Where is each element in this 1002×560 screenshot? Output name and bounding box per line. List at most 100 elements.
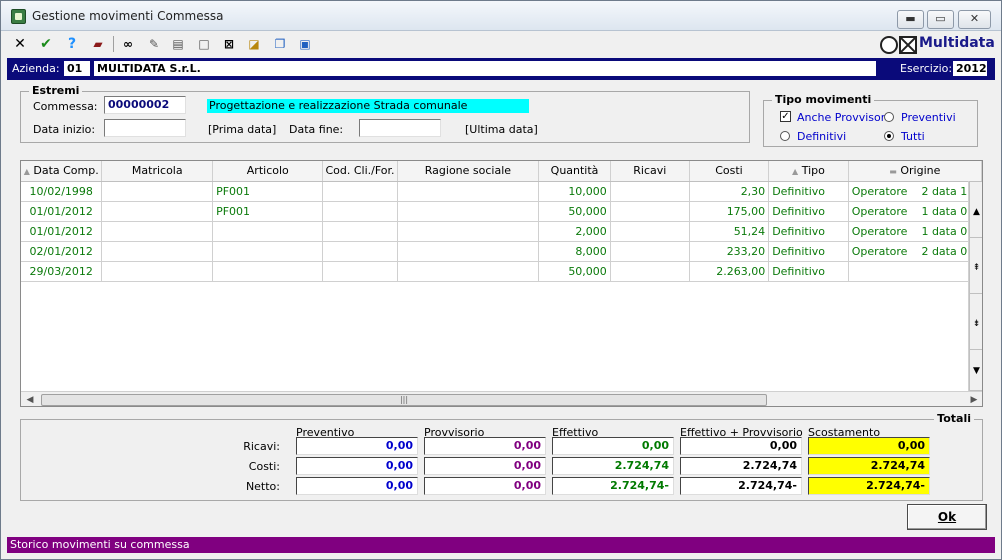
cell-matricola (101, 181, 214, 202)
col-header-articolo[interactable]: Articolo (212, 161, 324, 182)
col-header-cod-cli-for[interactable]: Cod. Cli./For. (322, 161, 398, 182)
cell-ricavi (610, 221, 690, 242)
cell-codcli (322, 221, 398, 242)
close-x-icon[interactable]: ✕ (11, 35, 29, 53)
maximize-button[interactable]: ▭ (927, 10, 954, 29)
movements-table: ▲ Data Comp. Matricola Articolo Cod. Cli… (21, 161, 982, 282)
ok-button[interactable]: Ok (907, 504, 987, 530)
data-fine-label: Data fine: (289, 123, 344, 136)
anche-provvisori-label[interactable]: Anche Provvisori (797, 111, 888, 124)
toolbar: ✕ ✔ ? ▰ ∞ ✎ ▤ □ ⊠ ◪ ❐ ▣ (1, 32, 1001, 56)
col-header-origine[interactable]: ▬ Origine (848, 161, 982, 182)
ricavi-effettivo: 0,00 (552, 437, 674, 455)
delete-icon[interactable]: ⊠ (220, 35, 238, 53)
ricavi-effettivo-provvisorio: 0,00 (680, 437, 802, 455)
close-window-button[interactable]: ✕ (958, 10, 991, 29)
cell-ragione (397, 221, 540, 242)
commessa-label: Commessa: (33, 100, 98, 113)
window-title: Gestione movimenti Commessa (32, 9, 224, 23)
toolbar-separator (113, 36, 114, 52)
data-fine-input[interactable] (359, 119, 441, 137)
azienda-name: MULTIDATA S.r.L. (94, 61, 876, 76)
definitivi-label[interactable]: Definitivi (797, 130, 846, 143)
table-row[interactable]: 01/01/2012 PF001 50,000 175,00 Definitiv… (21, 201, 982, 222)
cell-tipo: Definitivo (768, 201, 849, 222)
preventivi-label[interactable]: Preventivi (901, 111, 956, 124)
col-header-costi[interactable]: Costi (689, 161, 770, 182)
table-row[interactable]: 10/02/1998 PF001 10,000 2,30 Definitivo … (21, 181, 982, 202)
scroll-right-icon[interactable]: ▶ (966, 393, 982, 406)
costi-effettivo-provvisorio: 2.724,74 (680, 457, 802, 475)
window-icon[interactable]: ▣ (296, 35, 314, 53)
table-row[interactable]: 01/01/2012 2,000 51,24 Definitivo Operat… (21, 221, 982, 242)
table-row[interactable]: 29/03/2012 50,000 2.263,00 Definitivo (21, 261, 982, 282)
col-header-tipo[interactable]: ▲ Tipo (768, 161, 849, 182)
new-document-icon[interactable]: □ (195, 35, 213, 53)
cell-origine: Operatore 2 data 02/ (848, 241, 982, 262)
cell-articolo (212, 241, 324, 262)
cell-articolo: PF001 (212, 201, 324, 222)
cell-matricola (101, 261, 214, 282)
cell-tipo: Definitivo (768, 221, 849, 242)
cell-articolo (212, 261, 324, 282)
cell-costi: 2.263,00 (689, 261, 770, 282)
anche-provvisori-checkbox[interactable]: ✓ (780, 111, 791, 122)
scroll-page-down-button[interactable]: ⇟ (969, 293, 982, 353)
col-header-ragione-sociale[interactable]: Ragione sociale (397, 161, 540, 182)
cell-articolo: PF001 (212, 181, 324, 202)
vertical-scrollbar[interactable]: ▲ ⇞ ⇟ ▼ (968, 181, 982, 391)
costi-provvisorio: 0,00 (424, 457, 546, 475)
help-icon[interactable]: ? (63, 35, 81, 53)
scroll-page-up-button[interactable]: ⇞ (969, 237, 982, 297)
data-inizio-input[interactable] (104, 119, 186, 137)
prima-data-label: [Prima data] (208, 123, 277, 136)
movements-grid[interactable]: ▲ Data Comp. Matricola Articolo Cod. Cli… (20, 160, 983, 407)
horizontal-scroll-thumb[interactable]: ||| (41, 394, 767, 406)
copy-window-icon[interactable]: ❐ (271, 35, 289, 53)
col-header-data-comp[interactable]: ▲ Data Comp. (21, 161, 103, 182)
totali-title: Totali (934, 412, 974, 425)
cell-data: 02/01/2012 (21, 241, 103, 262)
cell-quantita: 2,000 (538, 221, 611, 242)
cell-matricola (101, 221, 214, 242)
horizontal-scrollbar[interactable]: ◀ ||| ▶ (21, 391, 982, 406)
commessa-input[interactable]: 00000002 (104, 96, 186, 114)
costi-effettivo: 2.724,74 (552, 457, 674, 475)
tutti-radio[interactable] (884, 131, 894, 141)
definitivi-radio[interactable] (780, 131, 790, 141)
scroll-left-icon[interactable]: ◀ (22, 393, 38, 406)
cell-costi: 2,30 (689, 181, 770, 202)
commessa-description: Progettazione e realizzazione Strada com… (207, 99, 529, 113)
preventivi-radio[interactable] (884, 112, 894, 122)
col-header-quantita[interactable]: Quantità (538, 161, 611, 182)
confirm-check-icon[interactable]: ✔ (37, 35, 55, 53)
row-label-netto: Netto: (245, 480, 280, 493)
sort-asc-icon: ▲ (792, 167, 799, 177)
col-header-matricola[interactable]: Matricola (101, 161, 214, 182)
binoculars-icon[interactable]: ∞ (119, 35, 137, 53)
logo-box-icon (899, 36, 917, 54)
cell-costi: 233,20 (689, 241, 770, 262)
logo-circle-icon (880, 36, 898, 54)
cell-ragione (397, 181, 540, 202)
col-header-ricavi[interactable]: Ricavi (610, 161, 690, 182)
book-icon[interactable]: ▰ (89, 35, 107, 53)
cell-codcli (322, 201, 398, 222)
cell-ragione (397, 201, 540, 222)
tutti-label[interactable]: Tutti (901, 130, 925, 143)
cell-origine: Operatore 1 data 01/ (848, 201, 982, 222)
scroll-down-button[interactable]: ▼ (969, 349, 982, 391)
netto-effettivo: 2.724,74- (552, 477, 674, 495)
ricavi-preventivo: 0,00 (296, 437, 418, 455)
ruler-icon[interactable]: ◪ (245, 35, 263, 53)
cell-quantita: 8,000 (538, 241, 611, 262)
minimize-button[interactable]: ▬ (897, 10, 924, 29)
cell-matricola (101, 201, 214, 222)
edit-icon[interactable]: ✎ (145, 35, 163, 53)
cell-codcli (322, 261, 398, 282)
cell-data: 29/03/2012 (21, 261, 103, 282)
ricavi-provvisorio: 0,00 (424, 437, 546, 455)
print-preview-icon[interactable]: ▤ (169, 35, 187, 53)
table-row[interactable]: 02/01/2012 8,000 233,20 Definitivo Opera… (21, 241, 982, 262)
scroll-up-button[interactable]: ▲ (969, 181, 982, 241)
